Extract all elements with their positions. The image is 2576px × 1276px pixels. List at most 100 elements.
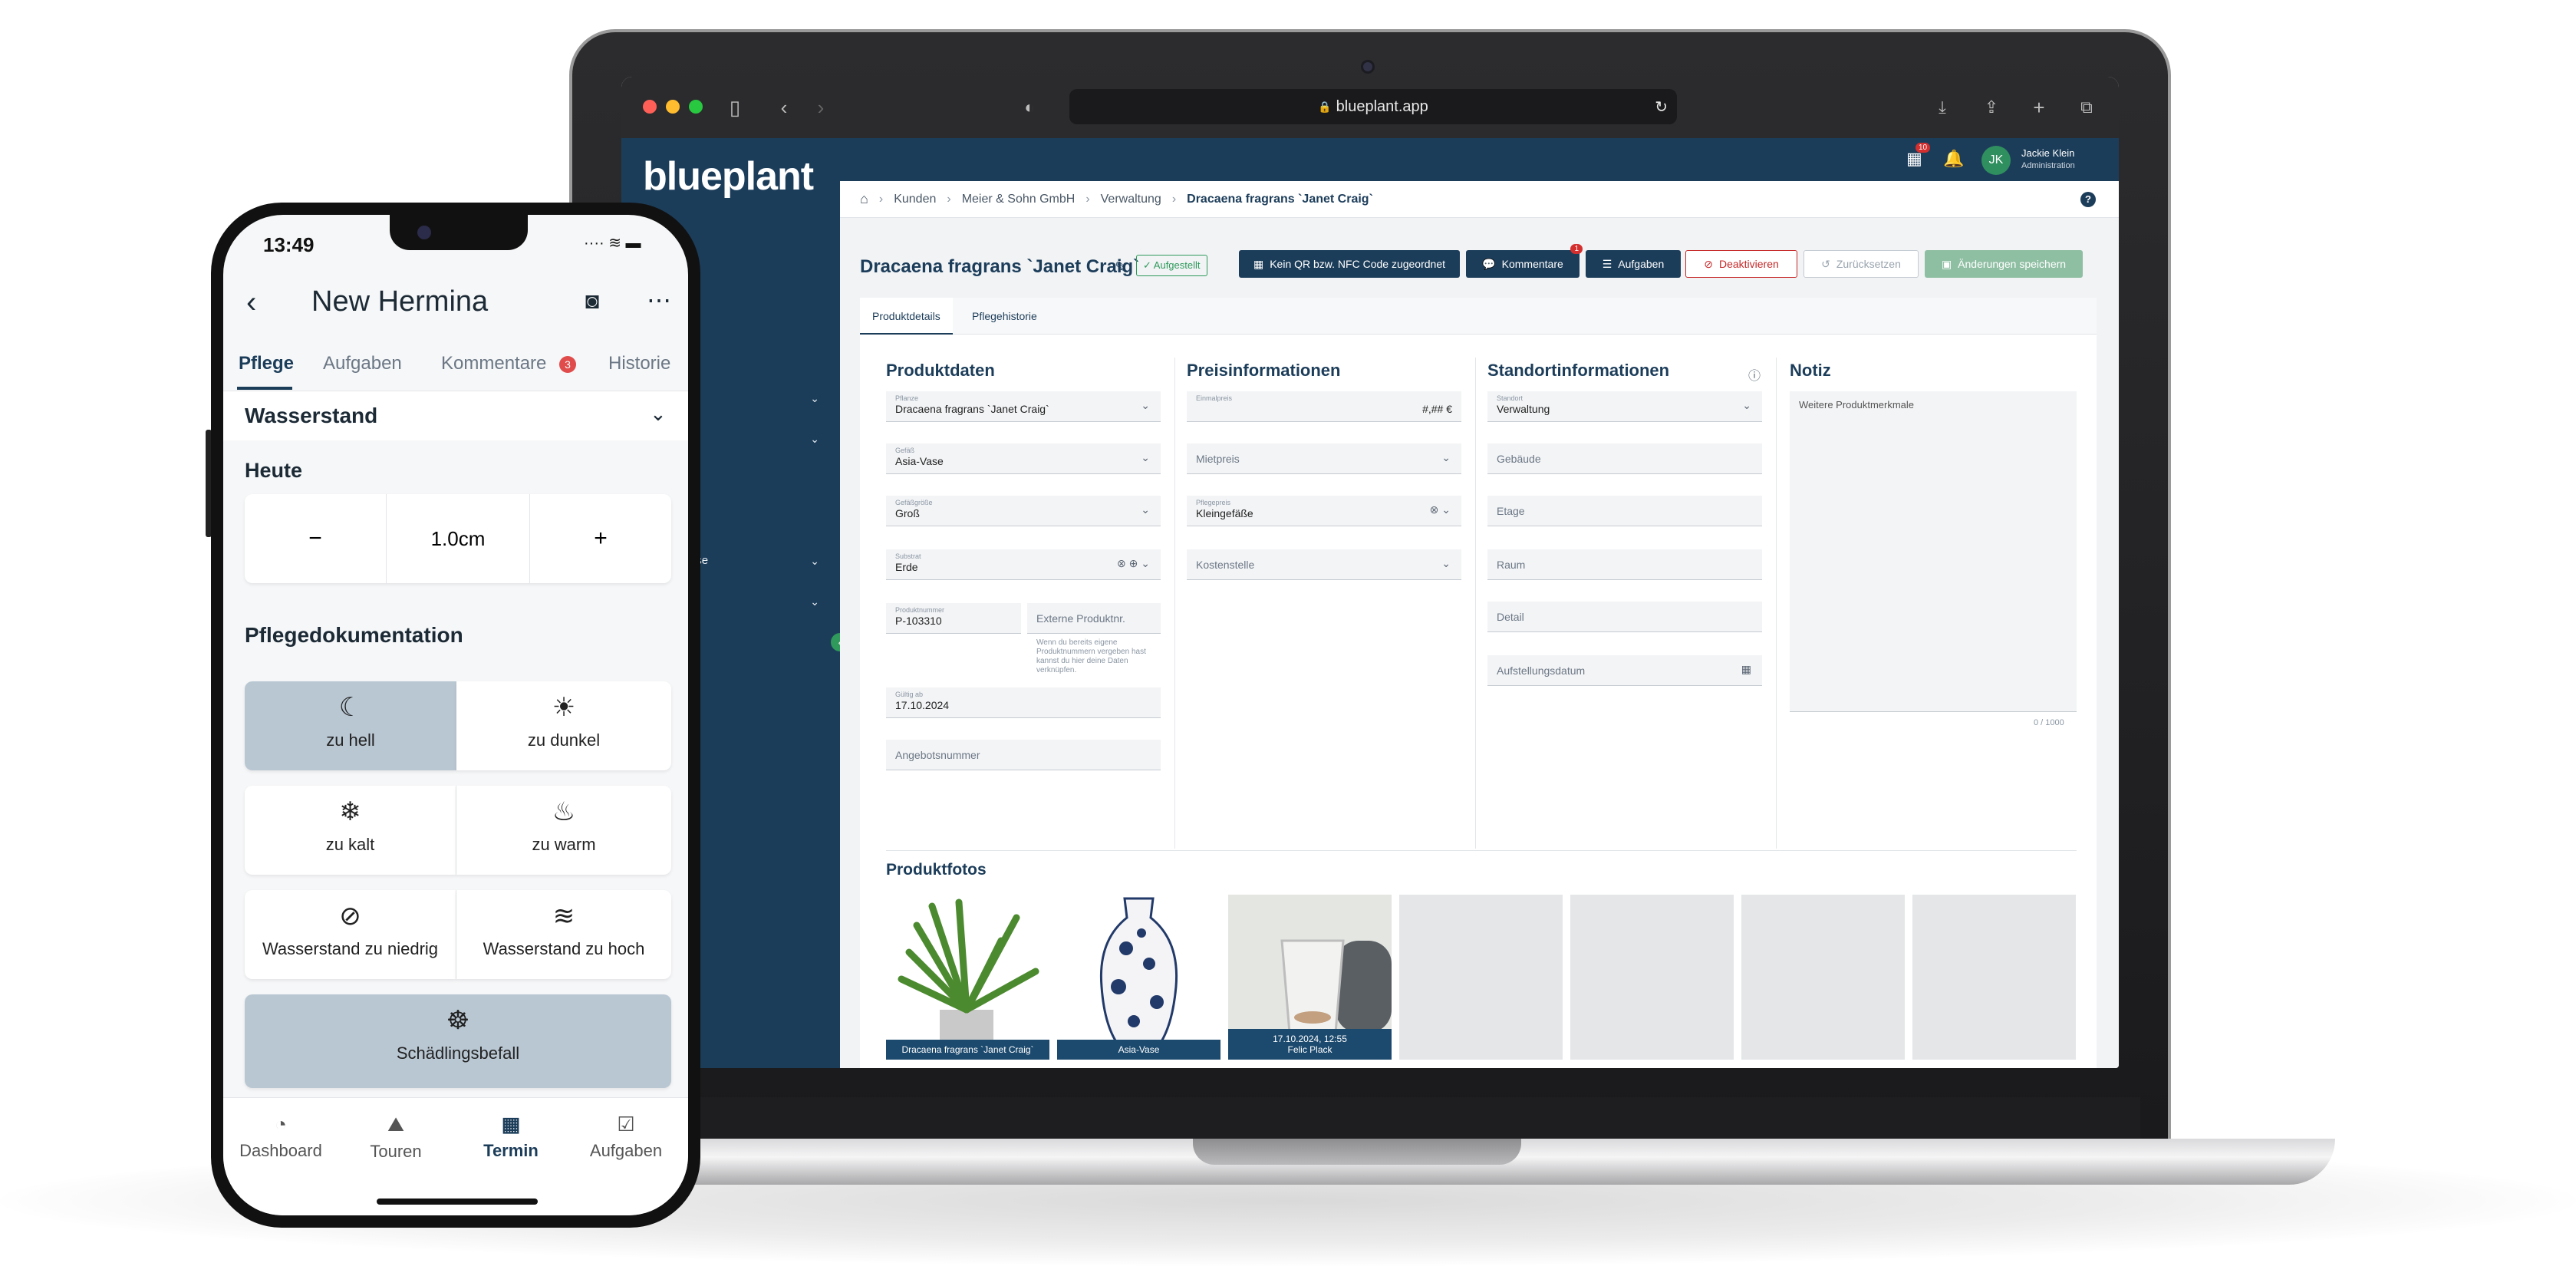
- standort-select[interactable]: Standort Verwaltung ⌄: [1487, 391, 1762, 422]
- zu-dunkel-button[interactable]: ☀ zu dunkel: [456, 681, 671, 770]
- pflanze-select[interactable]: Pflanze Dracaena fragrans `Janet Craig` ⌄: [886, 391, 1161, 422]
- gefaessgroesse-select[interactable]: Gefäßgröße Groß ⌄: [886, 496, 1161, 526]
- photo-plant[interactable]: Dracaena fragrans `Janet Craig`: [886, 895, 1049, 1060]
- address-bar[interactable]: 🔒 blueplant.app ↻: [1069, 89, 1677, 124]
- tab-historie[interactable]: Historie: [608, 353, 670, 374]
- comments-button[interactable]: 💬 Kommentare 1: [1466, 244, 1583, 278]
- maximize-window-button[interactable]: [689, 100, 703, 114]
- zu-dunkel-label: zu dunkel: [527, 730, 601, 750]
- nav-termin[interactable]: ▦ Termin: [453, 1113, 568, 1161]
- increment-button[interactable]: +: [529, 494, 671, 583]
- nav-touren[interactable]: ⛰ Touren: [338, 1113, 453, 1162]
- photo-slot-empty[interactable]: [1399, 895, 1563, 1060]
- breadcrumb-kunden[interactable]: Kunden: [894, 193, 936, 206]
- clear-add-chevron-icons[interactable]: ⊗ ⊕ ⌄: [1117, 557, 1150, 570]
- mietpreis-select[interactable]: Mietpreis ⌄: [1187, 443, 1461, 474]
- back-icon[interactable]: ‹: [772, 95, 796, 120]
- minimize-window-button[interactable]: [666, 100, 680, 114]
- wasserstand-header[interactable]: Wasserstand ⌄: [223, 391, 688, 440]
- flame-icon: ♨: [552, 797, 576, 826]
- gebaeude-input[interactable]: Gebäude: [1487, 443, 1762, 474]
- tab-pflege[interactable]: Pflege: [239, 353, 294, 374]
- photo-slot-empty[interactable]: [1912, 895, 2076, 1060]
- app-topbar: ▦ 10 🔔 JK Jackie Klein Administration: [840, 138, 2119, 181]
- wasserstand-label: Wasserstand: [245, 404, 378, 427]
- edit-title-icon[interactable]: ✎: [1115, 258, 1128, 277]
- help-button[interactable]: ?: [2080, 191, 2096, 207]
- camera-icon[interactable]: ◙: [585, 289, 599, 315]
- reload-icon[interactable]: ↻: [1655, 97, 1668, 117]
- tab-produktdetails[interactable]: Produktdetails: [860, 298, 953, 335]
- produktnummer-value: P-103310: [895, 615, 942, 627]
- notiz-textarea[interactable]: Weitere Produktmerkmale: [1790, 391, 2077, 712]
- notiz-counter: 0 / 1000: [2034, 718, 2064, 727]
- nav-dashboard[interactable]: ◔ Dashboard: [223, 1113, 338, 1161]
- back-arrow-icon[interactable]: ‹: [246, 285, 256, 320]
- photo-glass[interactable]: 17.10.2024, 12:55 Felic Plack: [1228, 895, 1392, 1060]
- home-icon[interactable]: ⌂: [860, 191, 868, 207]
- wasserstand-hoch-button[interactable]: ≋ Wasserstand zu hoch: [456, 890, 671, 979]
- check-circle-icon: ✓: [1143, 259, 1154, 271]
- shield-icon[interactable]: ◐: [1017, 95, 1042, 120]
- clear-chevron-icons[interactable]: ⊗ ⌄: [1430, 503, 1451, 516]
- tab-aufgaben[interactable]: Aufgaben: [323, 353, 402, 374]
- chevron-down-icon: ⌄: [1141, 451, 1150, 463]
- photo-vase[interactable]: Asia-Vase: [1057, 895, 1220, 1060]
- deactivate-button[interactable]: ⊘ Deaktivieren: [1685, 250, 1797, 278]
- detail-tabs: Produktdetails Pflegehistorie: [860, 298, 2097, 335]
- externe-produktnr-input[interactable]: Externe Produktnr.: [1027, 603, 1161, 634]
- new-tab-icon[interactable]: +: [2027, 95, 2051, 120]
- avatar[interactable]: JK: [1981, 146, 2011, 175]
- angebotsnummer-input[interactable]: Angebotsnummer: [886, 740, 1161, 770]
- photo-caption: Asia-Vase: [1057, 1040, 1220, 1060]
- produktnummer-field[interactable]: Produktnummer P-103310: [886, 603, 1021, 634]
- save-changes-button[interactable]: ▣ Änderungen speichern: [1925, 250, 2083, 278]
- breadcrumb-separator: ›: [1171, 192, 1177, 206]
- photo-slot-empty[interactable]: [1570, 895, 1734, 1060]
- gueltig-ab-field[interactable]: Gültig ab 17.10.2024: [886, 687, 1161, 718]
- breadcrumb-location[interactable]: Verwaltung: [1101, 193, 1161, 206]
- more-icon[interactable]: ⋯: [647, 285, 671, 315]
- close-window-button[interactable]: [643, 100, 657, 114]
- gueltig-ab-value: 17.10.2024: [895, 699, 950, 711]
- photo-slot-empty[interactable]: [1741, 895, 1905, 1060]
- tab-overview-icon[interactable]: ⧉: [2074, 95, 2099, 120]
- sidebar-toggle-icon[interactable]: ▯: [723, 95, 747, 120]
- zu-hell-button[interactable]: ☾ zu hell: [245, 681, 456, 770]
- etage-input[interactable]: Etage: [1487, 496, 1762, 526]
- app-logo[interactable]: blueplant: [643, 153, 814, 199]
- reset-button[interactable]: ↺ Zurücksetzen: [1804, 250, 1919, 278]
- tasks-button[interactable]: ☰ Aufgaben: [1586, 250, 1681, 278]
- info-icon[interactable]: ⓘ: [1748, 365, 1761, 384]
- breadcrumb-customer[interactable]: Meier & Sohn GmbH: [962, 193, 1076, 206]
- forward-icon[interactable]: ›: [809, 95, 833, 120]
- produktfotos-heading: Produktfotos: [886, 861, 987, 879]
- einmalpreis-field[interactable]: Einmalpreis #,## €: [1187, 391, 1461, 422]
- qr-code-button[interactable]: ▦ Kein QR bzw. NFC Code zugeordnet: [1239, 250, 1460, 278]
- water-level-value[interactable]: 1.0cm: [387, 494, 529, 583]
- aufstellungsdatum-input[interactable]: Aufstellungsdatum ▦: [1487, 655, 1762, 686]
- raum-input[interactable]: Raum: [1487, 549, 1762, 580]
- substrat-select[interactable]: Substrat Erde ⊗ ⊕ ⌄: [886, 549, 1161, 580]
- detail-input[interactable]: Detail: [1487, 602, 1762, 632]
- zu-kalt-button[interactable]: ❄ zu kalt: [245, 786, 456, 875]
- zu-warm-button[interactable]: ♨ zu warm: [456, 786, 671, 875]
- decrement-button[interactable]: −: [245, 494, 387, 583]
- photo-author: Felic Plack: [1287, 1044, 1332, 1055]
- schaedlingsbefall-button[interactable]: ☸ Schädlingsbefall: [245, 994, 671, 1088]
- nav-aufgaben[interactable]: ☑ Aufgaben: [568, 1113, 684, 1161]
- kostenstelle-select[interactable]: Kostenstelle ⌄: [1187, 549, 1461, 580]
- wasserstand-niedrig-button[interactable]: ⊘ Wasserstand zu niedrig: [245, 890, 456, 979]
- tab-kommentare[interactable]: Kommentare: [441, 353, 546, 374]
- gefaess-select[interactable]: Gefäß Asia-Vase ⌄: [886, 443, 1161, 474]
- breadcrumb-separator: ›: [878, 192, 884, 206]
- download-icon[interactable]: ⤓: [1930, 95, 1955, 120]
- share-icon[interactable]: ⇪: [1979, 95, 2004, 120]
- calendar-icon[interactable]: ▦: [1741, 663, 1751, 676]
- externe-produktnr-hint: Wenn du bereits eigene Produktnummern ve…: [1036, 638, 1146, 674]
- pflanze-value: Dracaena fragrans `Janet Craig`: [895, 403, 1049, 415]
- pflanze-label: Pflanze: [895, 394, 919, 402]
- tab-pflegehistorie[interactable]: Pflegehistorie: [960, 298, 1049, 335]
- notification-bell-icon[interactable]: 🔔: [1943, 149, 1964, 169]
- pflegepreis-select[interactable]: Pflegepreis Kleingefäße ⊗ ⌄: [1187, 496, 1461, 526]
